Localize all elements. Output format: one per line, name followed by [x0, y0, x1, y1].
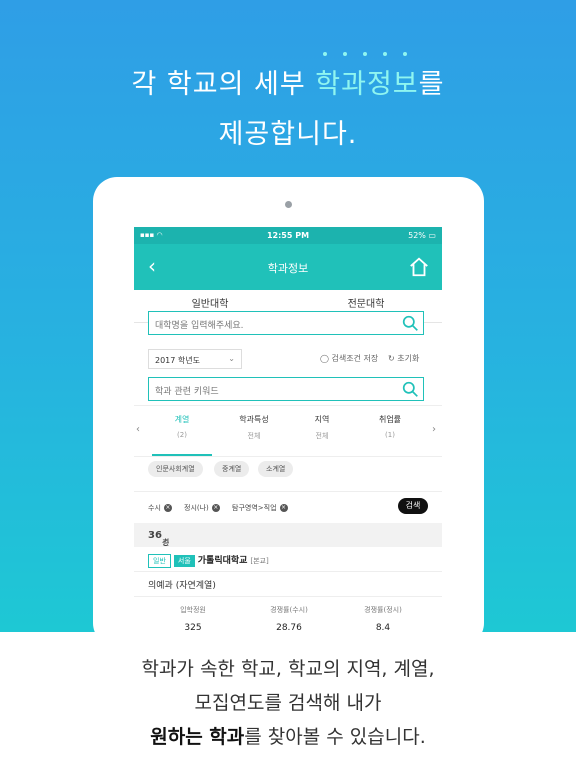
- chevron-right-icon[interactable]: ›: [432, 424, 436, 435]
- department-row[interactable]: 의예과 (자연계열): [134, 571, 442, 597]
- app-screen: ▪▪▪ ◠ 12:55 PM 52% ▭ ‹ 학과정보 일반대학 전문대학 대학…: [134, 227, 442, 647]
- nav-title: 학과정보: [267, 262, 309, 275]
- search-button[interactable]: 검색: [398, 498, 428, 514]
- region-badge: 서울: [173, 555, 195, 567]
- filter-employment[interactable]: 취업률 (1): [360, 414, 420, 439]
- headline-line2: 제공합니다.: [218, 119, 358, 150]
- headline-line1: 각 학교의 세부 학과정보를: [131, 69, 445, 100]
- keyword-search-input[interactable]: 학과 관련 키워드: [148, 377, 424, 401]
- stat-regular-rate: 경쟁률(정시) 8.4: [364, 606, 402, 633]
- emphasis-dots: [323, 52, 413, 58]
- university-name: 가톨릭대학교: [197, 556, 248, 566]
- description-line1: 학과가 속한 학교, 학교의 지역, 계열,: [141, 658, 435, 680]
- category-chip[interactable]: 소계열: [258, 461, 294, 477]
- chevron-down-icon: ⌄: [228, 354, 235, 363]
- type-badge: 일반: [148, 554, 171, 568]
- search-icon[interactable]: [402, 315, 419, 332]
- battery-level: 52% ▭: [408, 231, 436, 240]
- hero-background: 각 학교의 세부 학과정보를 제공합니다. ▪▪▪ ◠ 12:55 PM 52%…: [0, 0, 576, 647]
- filter-region[interactable]: 지역 전체: [292, 414, 352, 441]
- description-line2: 모집연도를 검색해 내가: [194, 692, 382, 714]
- filter-characteristic[interactable]: 학과특성 전체: [224, 414, 284, 441]
- close-icon: ×: [211, 504, 220, 512]
- university-search-input[interactable]: 대학명을 입력해주세요.: [148, 311, 424, 335]
- filter-category[interactable]: 계열 (2): [152, 414, 212, 456]
- university-row[interactable]: 일반 서울 가톨릭대학교 [본교]: [148, 553, 269, 568]
- filter-bar: ‹ 계열 (2) 학과특성 전체 지역 전체 취업률 (1) ›: [134, 405, 442, 457]
- year-select[interactable]: 2017 학년도 ⌄: [148, 349, 242, 369]
- chevron-left-icon[interactable]: ‹: [136, 424, 140, 435]
- save-conditions-option[interactable]: ◯ 검색조건 저장: [320, 353, 378, 364]
- description-line3: 원하는 학과를 찾아볼 수 있습니다.: [150, 726, 426, 748]
- applied-filter-chip[interactable]: 수시 ×: [148, 503, 172, 513]
- camera-icon: [285, 201, 292, 208]
- search-icon[interactable]: [402, 381, 419, 398]
- description-panel: 학과가 속한 학교, 학교의 지역, 계열, 모집연도를 검색해 내가 원하는 …: [0, 632, 576, 768]
- home-icon[interactable]: [408, 256, 430, 278]
- category-chip[interactable]: 인문사회계열: [148, 461, 203, 477]
- category-chip[interactable]: 중계열: [214, 461, 250, 477]
- applied-filters: 수시 × 정시(나) × 탐구영역>직업 × 검색: [134, 491, 442, 522]
- result-count: 총 36 건: [134, 523, 442, 547]
- campus-label: [본교]: [250, 557, 269, 565]
- close-icon: ×: [163, 504, 172, 512]
- close-icon: ×: [279, 504, 288, 512]
- status-time: 12:55 PM: [266, 231, 310, 240]
- stat-early-rate: 경쟁률(수시) 28.76: [270, 606, 308, 633]
- applied-filter-chip[interactable]: 탐구영역>직업 ×: [232, 503, 288, 513]
- reset-option[interactable]: ↻ 초기화: [388, 353, 419, 364]
- applied-filter-chip[interactable]: 정시(나) ×: [184, 503, 220, 513]
- headline-highlight: 학과정보: [315, 69, 419, 100]
- stat-capacity: 입학정원 325: [180, 606, 206, 633]
- status-bar: ▪▪▪ ◠ 12:55 PM 52% ▭: [134, 227, 442, 244]
- tablet-frame: ▪▪▪ ◠ 12:55 PM 52% ▭ ‹ 학과정보 일반대학 전문대학 대학…: [93, 177, 484, 647]
- nav-bar: ‹ 학과정보: [134, 244, 442, 290]
